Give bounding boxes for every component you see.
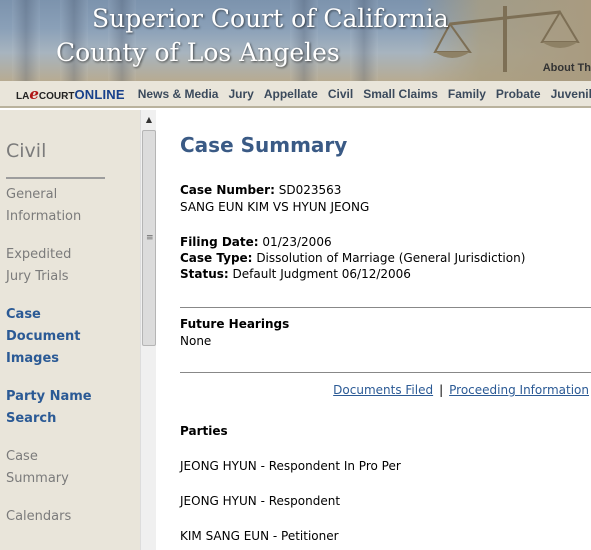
nav-probate[interactable]: Probate bbox=[496, 87, 541, 101]
party-row: KIM SANG EUN - Petitioner bbox=[180, 529, 339, 543]
sidebar-item-expedited-jury-trials[interactable]: Expedited Jury Trials bbox=[6, 244, 71, 288]
nav-news-media[interactable]: News & Media bbox=[138, 87, 219, 101]
about-link[interactable]: About Th bbox=[543, 62, 591, 74]
banner-pillar bbox=[12, 0, 40, 81]
sidebar-title: Civil bbox=[6, 140, 47, 162]
page-title: Case Summary bbox=[180, 133, 348, 157]
sidebar-item-case-summary[interactable]: Case Summary bbox=[6, 446, 69, 490]
case-name: SANG EUN KIM VS HYUN JEONG bbox=[180, 200, 370, 214]
section-divider bbox=[180, 307, 591, 308]
la-court-online-logo[interactable]: LA e COURT ONLINE bbox=[0, 85, 125, 103]
case-summary-panel: Case Summary Case Number: SD023563 SANG … bbox=[156, 110, 591, 550]
party-row: JEONG HYUN - Respondent bbox=[180, 494, 341, 508]
top-nav: LA e COURT ONLINE News & Media Jury Appe… bbox=[0, 81, 591, 108]
case-type-value: Dissolution of Marriage (General Jurisdi… bbox=[256, 251, 526, 265]
sidebar-item-label: Search bbox=[6, 411, 57, 426]
site-banner: Superior Court of California County of L… bbox=[0, 0, 591, 81]
case-number-row: Case Number: SD023563 bbox=[180, 183, 341, 197]
case-number-label: Case Number: bbox=[180, 183, 275, 197]
documents-filed-link[interactable]: Documents Filed bbox=[333, 383, 433, 397]
banner-title-line2: County of Los Angeles bbox=[56, 38, 340, 67]
case-type-row: Case Type: Dissolution of Marriage (Gene… bbox=[180, 251, 525, 265]
future-hearings-value: None bbox=[180, 334, 212, 348]
filing-date-value: 01/23/2006 bbox=[262, 235, 332, 249]
sidebar-item-label: Calendars bbox=[6, 509, 72, 524]
nav-civil[interactable]: Civil bbox=[328, 87, 353, 101]
nav-juvenile[interactable]: Juvenile bbox=[551, 87, 591, 101]
sidebar-item-label: Jury Trials bbox=[6, 269, 69, 284]
logo-online: ONLINE bbox=[74, 86, 125, 102]
sidebar-item-label: Expedited bbox=[6, 247, 72, 262]
future-hearings-label: Future Hearings bbox=[180, 317, 289, 331]
sidebar-item-label: Case bbox=[6, 449, 38, 464]
party-row: JEONG HYUN - Respondent In Pro Per bbox=[180, 459, 401, 473]
sidebar-item-label: Document bbox=[6, 329, 81, 344]
sidebar-item-label: Information bbox=[6, 209, 82, 224]
sidebar-scrollbar[interactable]: ▲ ≡ bbox=[140, 110, 156, 550]
nav-jury[interactable]: Jury bbox=[228, 87, 253, 101]
link-separator: | bbox=[439, 383, 444, 397]
section-divider bbox=[180, 372, 591, 373]
banner-title-line1: Superior Court of California bbox=[92, 4, 449, 33]
sidebar-divider bbox=[6, 177, 105, 179]
parties-heading: Parties bbox=[180, 424, 228, 438]
logo-court: COURT bbox=[38, 90, 75, 102]
status-value: Default Judgment 06/12/2006 bbox=[232, 267, 411, 281]
sidebar-item-label: Images bbox=[6, 351, 60, 366]
sidebar-item-label: Summary bbox=[6, 471, 69, 486]
scrollbar-thumb[interactable]: ≡ bbox=[142, 130, 156, 346]
future-hearings-heading: Future Hearings bbox=[180, 317, 290, 331]
scrollbar-grip-icon: ≡ bbox=[146, 233, 154, 243]
filing-date-row: Filing Date: 01/23/2006 bbox=[180, 235, 332, 249]
nav-small-claims[interactable]: Small Claims bbox=[363, 87, 438, 101]
case-number-value: SD023563 bbox=[278, 183, 342, 197]
scroll-up-arrow-icon[interactable]: ▲ bbox=[141, 114, 157, 126]
proceeding-information-link[interactable]: Proceeding Information bbox=[449, 383, 589, 397]
sidebar-item-label: General bbox=[6, 187, 58, 202]
sidebar-item-label: Case bbox=[6, 307, 41, 322]
logo-la: LA bbox=[16, 90, 30, 102]
sidebar-item-case-document-images[interactable]: Case Document Images bbox=[6, 304, 81, 370]
sidebar-item-party-name-search[interactable]: Party Name Search bbox=[6, 386, 92, 430]
logo-e: e bbox=[29, 84, 39, 103]
sidebar: Civil General Information Expedited Jury… bbox=[0, 110, 140, 550]
sidebar-item-general-information[interactable]: General Information bbox=[6, 184, 81, 228]
nav-appellate[interactable]: Appellate bbox=[264, 87, 318, 101]
nav-family[interactable]: Family bbox=[448, 87, 486, 101]
filing-date-label: Filing Date: bbox=[180, 235, 259, 249]
sidebar-item-label: Party Name bbox=[6, 389, 92, 404]
parties-label: Parties bbox=[180, 424, 228, 438]
status-label: Status: bbox=[180, 267, 229, 281]
status-row: Status: Default Judgment 06/12/2006 bbox=[180, 267, 411, 281]
case-type-label: Case Type: bbox=[180, 251, 253, 265]
sidebar-item-calendars[interactable]: Calendars bbox=[6, 506, 71, 528]
case-links: Documents Filed | Proceeding Information bbox=[333, 383, 589, 397]
